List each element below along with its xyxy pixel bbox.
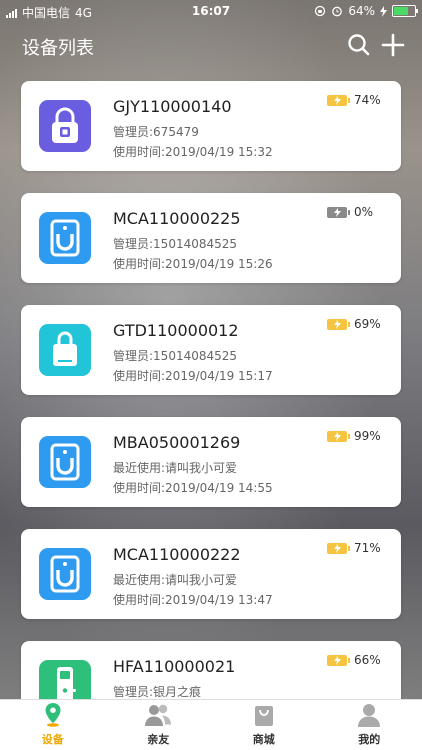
device-usage-time: 使用时间:2019/04/19 13:47 bbox=[113, 593, 273, 607]
device-battery: 69% bbox=[327, 317, 381, 331]
device-battery: 99% bbox=[327, 429, 381, 443]
battery-percent: 0% bbox=[354, 205, 374, 219]
page-title: 设备列表 bbox=[22, 38, 94, 59]
person-icon bbox=[358, 704, 381, 727]
device-admin: 管理员:15014084525 bbox=[113, 349, 238, 363]
tab-label: 商城 bbox=[252, 733, 275, 746]
location-pin-icon bbox=[45, 703, 61, 727]
device-usage-time: 使用时间:2019/04/19 15:26 bbox=[113, 257, 273, 271]
device-card[interactable]: MCA110000222 最近使用:请叫我小可爱 使用时间:2019/04/19… bbox=[21, 529, 401, 619]
battery-percent: 64% bbox=[348, 4, 375, 18]
battery-percent: 71% bbox=[354, 541, 381, 555]
device-name: HFA110000021 bbox=[113, 657, 236, 676]
battery-percent: 69% bbox=[354, 317, 381, 331]
device-battery: 74% bbox=[327, 93, 381, 107]
shopping-bag-icon bbox=[254, 706, 273, 726]
device-usage-time: 使用时间:2019/04/19 15:32 bbox=[113, 145, 273, 159]
device-battery: 66% bbox=[327, 653, 381, 667]
device-card[interactable]: GJY110000140 管理员:675479 使用时间:2019/04/19 … bbox=[21, 81, 401, 171]
device-name: MCA110000222 bbox=[113, 545, 241, 564]
battery-percent: 66% bbox=[354, 653, 381, 667]
battery-icon bbox=[327, 654, 350, 666]
padlock-icon bbox=[39, 100, 91, 152]
device-name: GJY110000140 bbox=[113, 97, 232, 116]
device-last-user: 最近使用:请叫我小可爱 bbox=[113, 573, 238, 587]
tab-label: 亲友 bbox=[147, 733, 170, 746]
device-usage-time: 使用时间:2019/04/19 15:17 bbox=[113, 369, 273, 383]
plus-icon[interactable] bbox=[380, 32, 406, 58]
device-admin: 管理员:675479 bbox=[113, 125, 199, 139]
status-bar: 中国电信 4G 16:07 64% bbox=[0, 0, 422, 22]
battery-icon bbox=[327, 94, 350, 106]
rotation-lock-icon bbox=[315, 5, 326, 17]
battery-percent: 99% bbox=[354, 429, 381, 443]
tab-friends[interactable]: 亲友 bbox=[106, 700, 212, 750]
battery-icon bbox=[327, 206, 350, 218]
bag-lock-icon bbox=[39, 324, 91, 376]
charging-icon bbox=[380, 5, 387, 17]
battery-icon bbox=[327, 430, 350, 442]
device-last-user: 最近使用:请叫我小可爱 bbox=[113, 461, 238, 475]
device-battery: 71% bbox=[327, 541, 381, 555]
device-usage-time: 使用时间:2019/04/19 14:55 bbox=[113, 481, 273, 495]
tab-label: 设备 bbox=[41, 733, 64, 746]
battery-icon bbox=[327, 542, 350, 554]
device-card[interactable]: MCA110000225 管理员:15014084525 使用时间:2019/0… bbox=[21, 193, 401, 283]
device-admin: 管理员:15014084525 bbox=[113, 237, 238, 251]
nav-bar: 设备列表 bbox=[0, 30, 422, 62]
people-icon bbox=[145, 704, 172, 726]
tab-label: 我的 bbox=[358, 733, 381, 746]
cabinet-lock-icon bbox=[39, 548, 91, 600]
cabinet-lock-icon bbox=[39, 212, 91, 264]
search-icon[interactable] bbox=[346, 32, 372, 58]
tab-bar: 设备 亲友 商城 我的 bbox=[0, 699, 422, 750]
tab-mine[interactable]: 我的 bbox=[317, 700, 422, 750]
device-name: MBA050001269 bbox=[113, 433, 241, 452]
cabinet-lock-icon bbox=[39, 436, 91, 488]
device-card[interactable]: GTD110000012 管理员:15014084525 使用时间:2019/0… bbox=[21, 305, 401, 395]
device-card[interactable]: MBA050001269 最近使用:请叫我小可爱 使用时间:2019/04/19… bbox=[21, 417, 401, 507]
alarm-icon bbox=[332, 6, 343, 17]
battery-percent: 74% bbox=[354, 93, 381, 107]
battery-icon bbox=[392, 5, 418, 17]
device-name: MCA110000225 bbox=[113, 209, 241, 228]
tab-store[interactable]: 商城 bbox=[211, 700, 317, 750]
device-battery: 0% bbox=[327, 205, 373, 219]
tab-devices[interactable]: 设备 bbox=[0, 700, 106, 750]
battery-icon bbox=[327, 318, 350, 330]
device-admin: 管理员:银月之痕 bbox=[113, 685, 202, 699]
device-name: GTD110000012 bbox=[113, 321, 239, 340]
